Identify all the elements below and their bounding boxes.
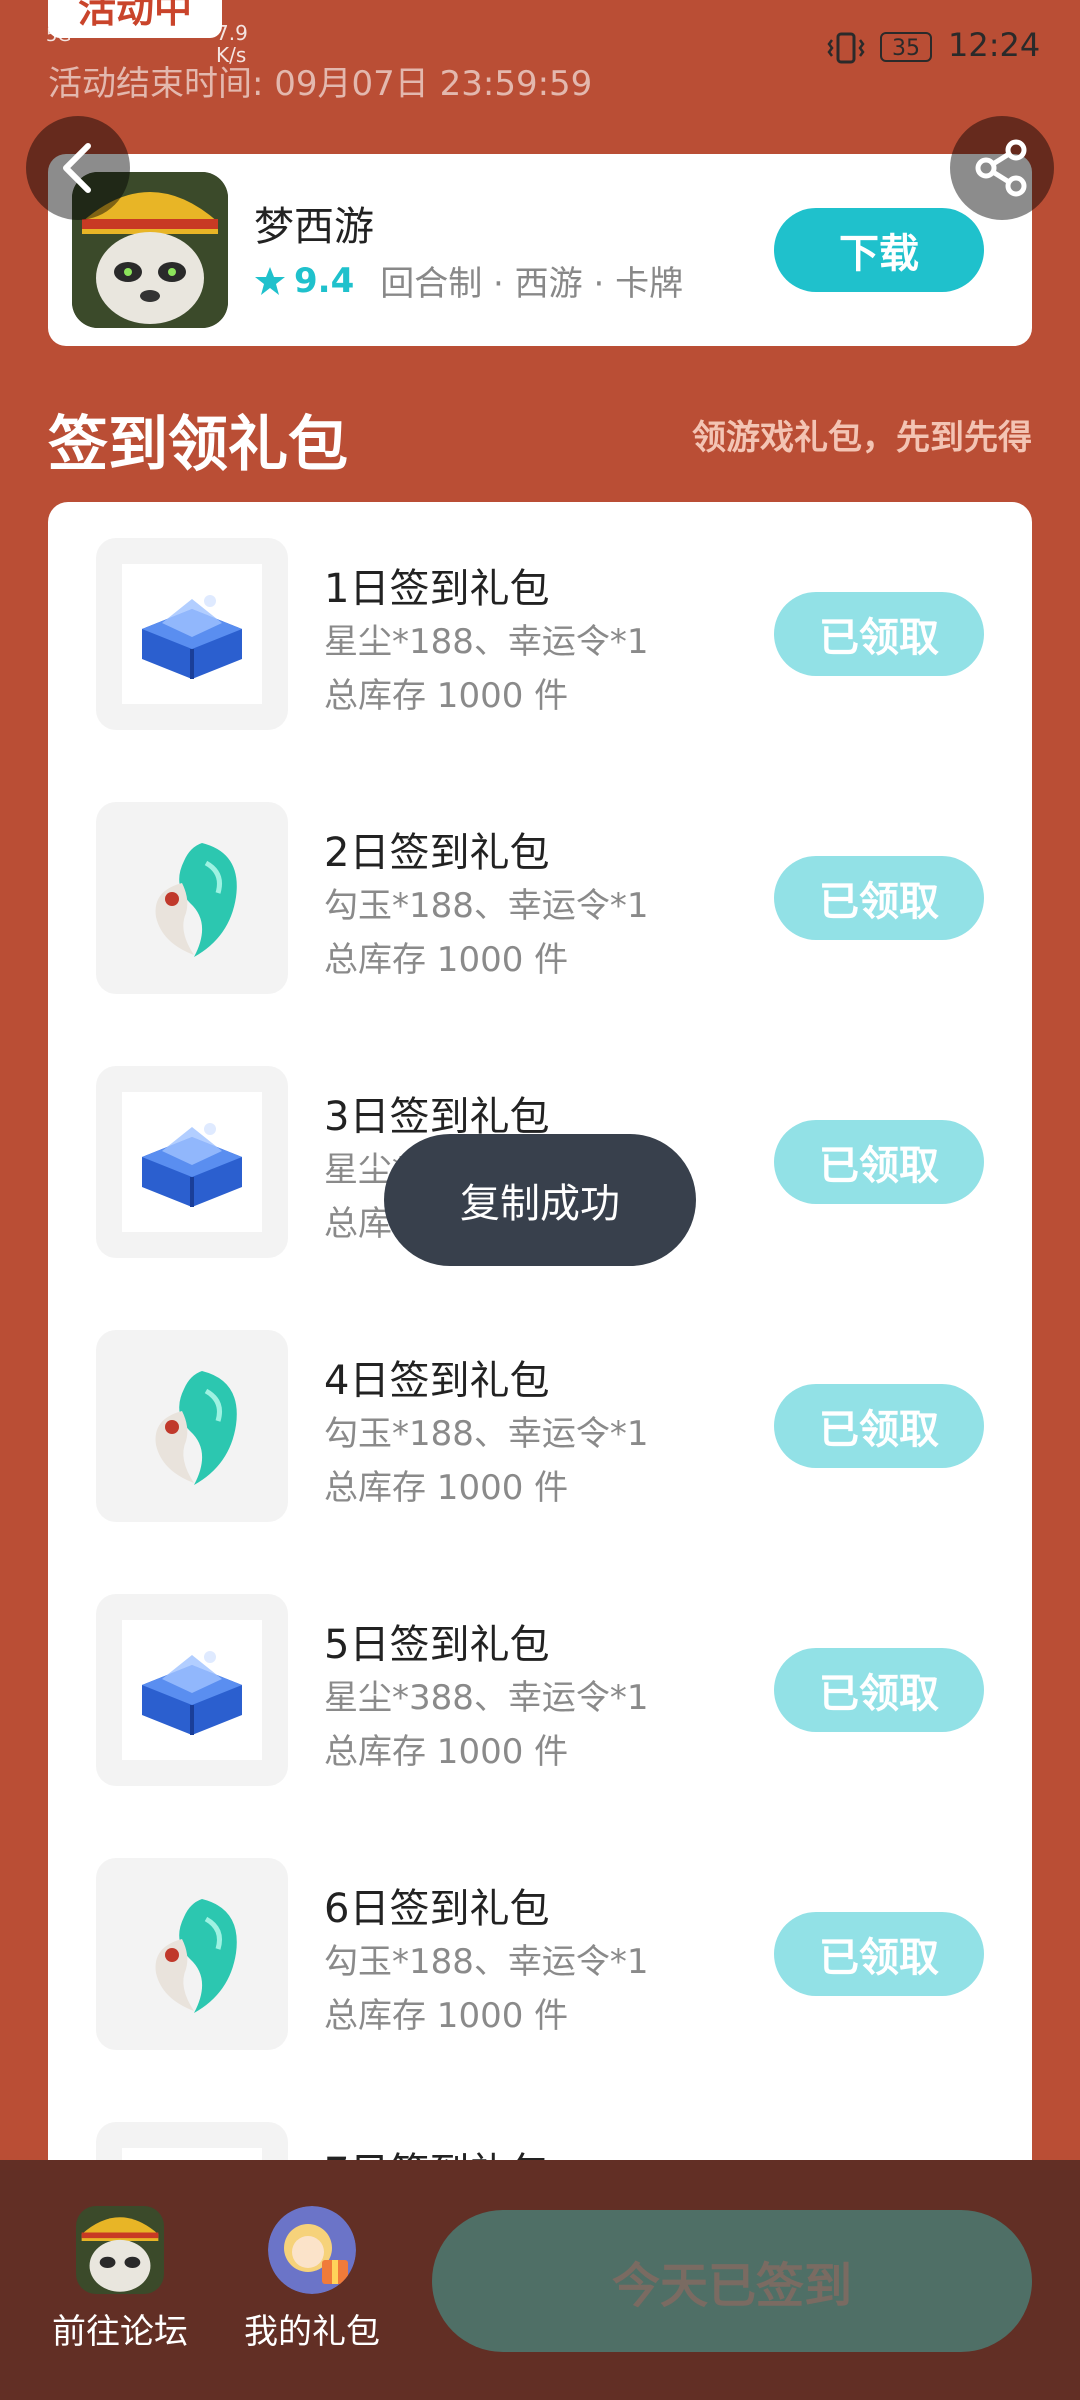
claimed-button[interactable]: 已领取 [774,1648,984,1732]
gift-name: 6日签到礼包 [324,1886,550,1932]
back-button[interactable] [26,116,130,220]
gift-item: 5日签到礼包 星尘*388、幸运令*1 总库存 1000 件 已领取 [48,1558,1032,1822]
game-card[interactable]: 梦西游 9.4 回合制 · 西游 · 卡牌 下载 [48,154,1032,346]
gift-thumbnail [96,1330,288,1522]
section-subtitle: 领游戏礼包，先到先得 [692,418,1032,458]
gift-content: 勾玉*188、幸运令*1 [324,1414,649,1454]
game-name: 梦西游 [254,204,374,250]
chevron-left-icon [63,143,91,193]
forum-button[interactable]: 前往论坛 [40,2206,200,2353]
gift-content: 星尘*188、幸运令*1 [324,622,649,662]
gift-name: 1日签到礼包 [324,566,550,612]
clock: 12:24 [948,26,1041,64]
gift-list: 1日签到礼包 星尘*188、幸运令*1 总库存 1000 件 已领取 2日签到礼… [48,502,1032,2262]
game-tags: 回合制 · 西游 · 卡牌 [380,264,684,304]
crystal-chest-icon [142,1123,242,1207]
my-gifts-label: 我的礼包 [244,2312,380,2352]
gift-stock: 总库存 1000 件 [324,1996,569,2036]
toast-message: 复制成功 [384,1134,696,1266]
share-button[interactable] [950,116,1054,220]
game-meta: 9.4 回合制 · 西游 · 卡牌 [254,256,683,305]
gift-thumbnail [96,802,288,994]
gift-item: 6日签到礼包 勾玉*188、幸运令*1 总库存 1000 件 已领取 [48,1822,1032,2086]
activity-end-time: 活动结束时间: 09月07日 23:59:59 [48,64,593,104]
claimed-button[interactable]: 已领取 [774,1384,984,1468]
gift-avatar-icon [268,2206,356,2294]
vibrate-icon [827,32,865,64]
gift-name: 4日签到礼包 [324,1358,550,1404]
status-bar: 活动中 5G 7.9 K/s 35 12:24 活动结束时间: 09月07日 2… [0,0,1080,104]
forum-label: 前往论坛 [52,2312,188,2352]
jade-icon [155,1371,237,1485]
gift-stock: 总库存 1000 件 [324,1732,569,1772]
jade-icon [155,843,237,957]
claimed-button[interactable]: 已领取 [774,856,984,940]
gift-thumbnail [96,538,288,730]
crystal-chest-icon [142,595,242,679]
game-rating: 9.4 [294,260,355,301]
gift-thumbnail [96,1594,288,1786]
gift-item: 1日签到礼包 星尘*188、幸运令*1 总库存 1000 件 已领取 [48,502,1032,766]
section-title: 签到领礼包 [48,410,348,480]
gift-stock: 总库存 1000 件 [324,940,569,980]
gift-stock: 总库存 1000 件 [324,1468,569,1508]
claimed-button[interactable]: 已领取 [774,592,984,676]
signal-indicator: 5G [46,26,71,46]
gift-item: 4日签到礼包 勾玉*188、幸运令*1 总库存 1000 件 已领取 [48,1294,1032,1558]
star-icon [255,266,285,295]
gift-name: 5日签到礼包 [324,1622,550,1668]
download-button[interactable]: 下载 [774,208,984,292]
game-icon [76,2206,164,2294]
my-gifts-button[interactable]: 我的礼包 [232,2206,392,2353]
gift-thumbnail [96,1066,288,1258]
claimed-button[interactable]: 已领取 [774,1912,984,1996]
signin-button[interactable]: 今天已签到 [432,2210,1032,2352]
battery-icon: 35 [880,32,932,62]
crystal-chest-icon [142,1651,242,1735]
gift-name: 2日签到礼包 [324,830,550,876]
gift-content: 勾玉*188、幸运令*1 [324,1942,649,1982]
network-type: 5G [46,25,72,46]
gift-thumbnail [96,1858,288,2050]
share-icon [975,139,1027,197]
gift-item: 2日签到礼包 勾玉*188、幸运令*1 总库存 1000 件 已领取 [48,766,1032,1030]
gift-content: 星尘*388、幸运令*1 [324,1678,649,1718]
gift-stock: 总库存 1000 件 [324,676,569,716]
jade-icon [155,1899,237,2013]
claimed-button[interactable]: 已领取 [774,1120,984,1204]
gift-content: 勾玉*188、幸运令*1 [324,886,649,926]
bottom-bar: 前往论坛 我的礼包 今天已签到 [0,2160,1080,2400]
activity-status-tag: 活动中 [48,0,222,38]
